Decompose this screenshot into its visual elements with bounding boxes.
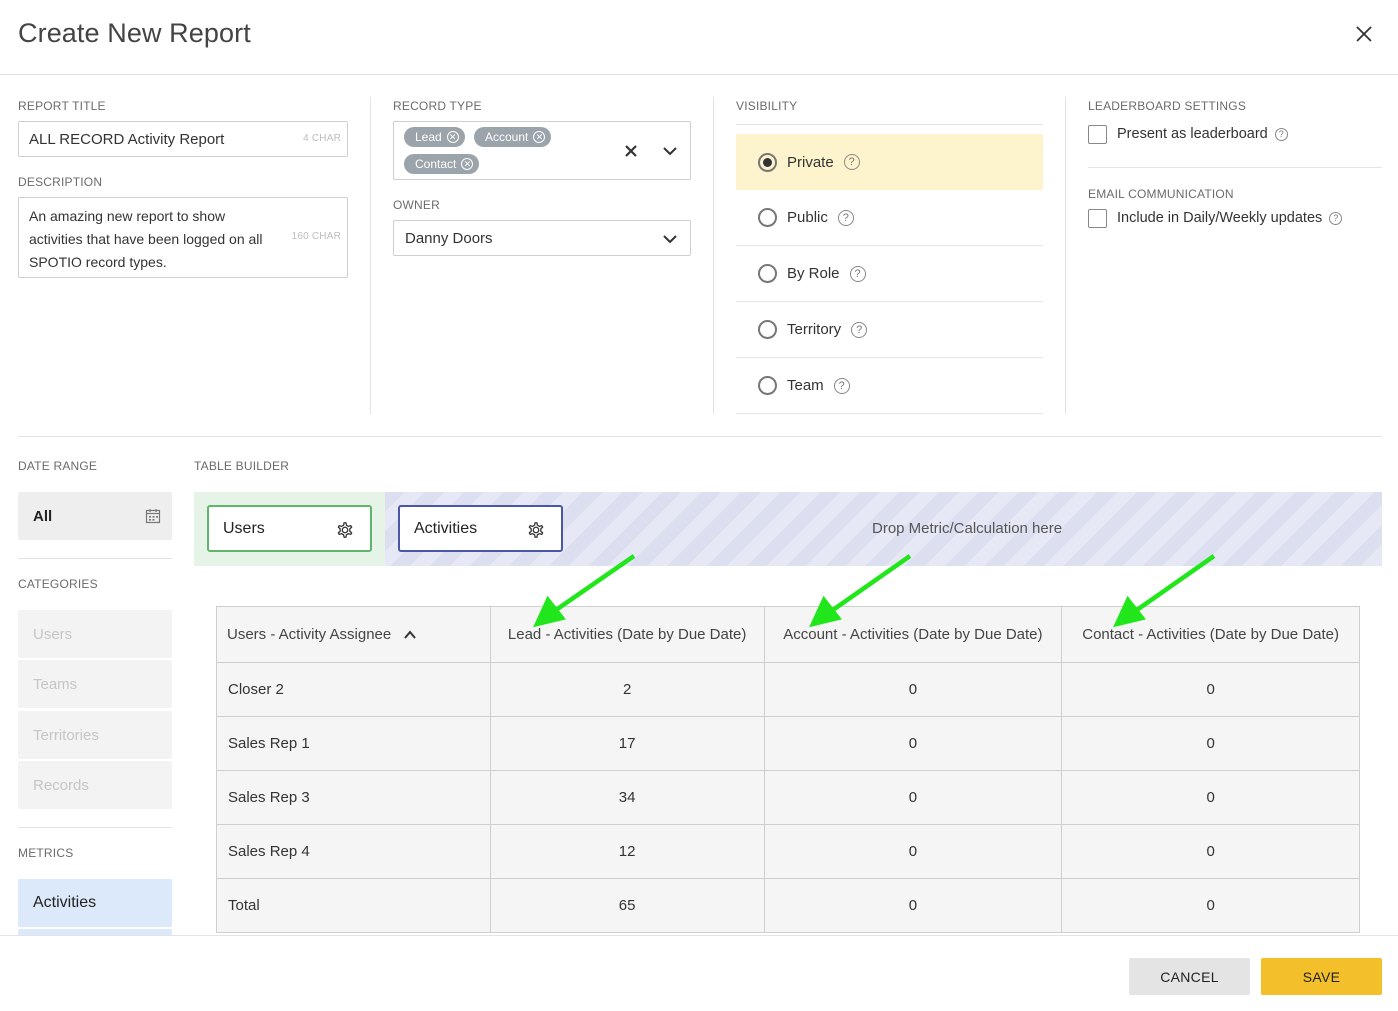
- arrow-icon: [828, 554, 912, 614]
- dialog-footer: CANCEL SAVE: [0, 935, 1398, 1011]
- arrow-icon: [551, 554, 636, 614]
- arrow-icon: [1132, 554, 1216, 614]
- save-button[interactable]: SAVE: [1261, 958, 1382, 995]
- cancel-button[interactable]: CANCEL: [1129, 958, 1250, 995]
- arrow-head-icon: [809, 595, 842, 628]
- arrow-head-icon: [533, 595, 566, 628]
- annotation-arrows: [533, 554, 1216, 628]
- arrow-head-icon: [1113, 595, 1146, 628]
